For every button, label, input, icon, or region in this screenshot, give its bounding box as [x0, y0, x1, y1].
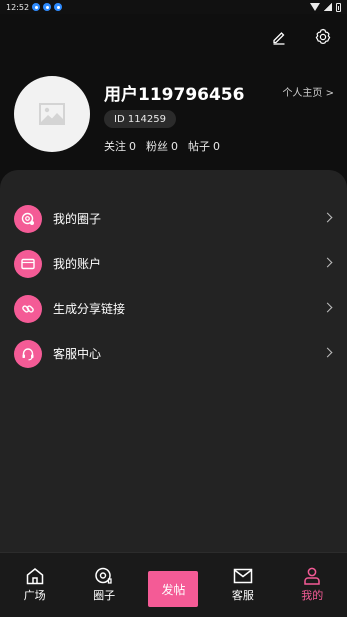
menu-item-label: 我的账户 [53, 257, 102, 271]
wifi-icon [310, 3, 320, 11]
tab-label: 广场 [23, 589, 46, 602]
stat-following[interactable]: 关注 0 [104, 138, 136, 154]
chevron-right-icon [322, 302, 333, 312]
mail-icon [233, 568, 253, 584]
header-actions [269, 27, 333, 47]
tab-service[interactable]: 客服 [213, 567, 273, 603]
tab-mine[interactable]: 我的 [282, 567, 342, 603]
notification-icon [32, 3, 41, 11]
battery-icon [336, 2, 341, 12]
profile-stats: 关注 0 粉丝 0 帖子 0 [104, 138, 220, 154]
menu-item-my-circles[interactable]: 我的圈子 [0, 196, 347, 241]
notification-icon [54, 3, 63, 11]
chevron-right-icon [322, 212, 333, 222]
home-icon [26, 568, 43, 585]
tab-post[interactable]: 发帖 [143, 567, 203, 607]
tab-label: 我的 [301, 589, 324, 602]
menu-item-label: 生成分享链接 [53, 302, 126, 316]
bottom-tab-bar: 广场 圈子 发帖 客服 我的 [0, 552, 347, 617]
chevron-right-icon [322, 257, 333, 267]
menu-item-customer-service[interactable]: 客服中心 [0, 331, 347, 376]
tab-label: 圈子 [93, 589, 116, 602]
edit-icon[interactable] [269, 27, 289, 47]
post-button[interactable]: 发帖 [148, 571, 199, 607]
stat-value: 0 [171, 140, 178, 153]
stat-label: 帖子 [188, 140, 210, 153]
menu-card: 我的圈子 我的账户 生成分享链接 客服中心 [0, 170, 347, 552]
link-icon [14, 294, 42, 323]
status-time: 12:52 [6, 2, 30, 12]
profile-header: 用户119796456 个人主页 > ID 114259 关注 0 粉丝 0 帖子 0 [14, 76, 334, 156]
person-icon [304, 567, 320, 585]
menu-item-label: 客服中心 [53, 347, 102, 361]
notification-icon [43, 3, 52, 11]
personal-homepage-link[interactable]: 个人主页 > [282, 84, 334, 99]
stat-value: 0 [129, 140, 136, 153]
username: 用户119796456 [104, 85, 245, 105]
stat-posts[interactable]: 帖子 0 [188, 138, 220, 154]
tab-circles[interactable]: 圈子 [74, 567, 134, 603]
tab-label: 客服 [231, 589, 254, 602]
status-left: 12:52 [6, 2, 63, 12]
stat-value: 0 [213, 140, 220, 153]
tab-square[interactable]: 广场 [5, 567, 65, 603]
circle-icon [14, 204, 42, 233]
stat-followers[interactable]: 粉丝 0 [146, 138, 178, 154]
circle-tab-icon [95, 567, 112, 584]
stat-label: 粉丝 [146, 140, 168, 153]
image-placeholder-icon [39, 103, 65, 125]
chevron-right-icon [322, 347, 333, 357]
user-id-badge: ID 114259 [104, 110, 177, 128]
cellular-signal-icon [324, 3, 332, 11]
menu-item-label: 我的圈子 [53, 212, 102, 226]
avatar[interactable] [14, 76, 90, 152]
menu-item-share-link[interactable]: 生成分享链接 [0, 286, 347, 331]
headset-icon [14, 339, 42, 368]
status-right [310, 2, 341, 12]
menu-item-my-account[interactable]: 我的账户 [0, 241, 347, 286]
gear-icon[interactable] [313, 27, 333, 47]
wallet-icon [14, 249, 42, 278]
status-bar: 12:52 [0, 0, 347, 14]
stat-label: 关注 [104, 140, 126, 153]
